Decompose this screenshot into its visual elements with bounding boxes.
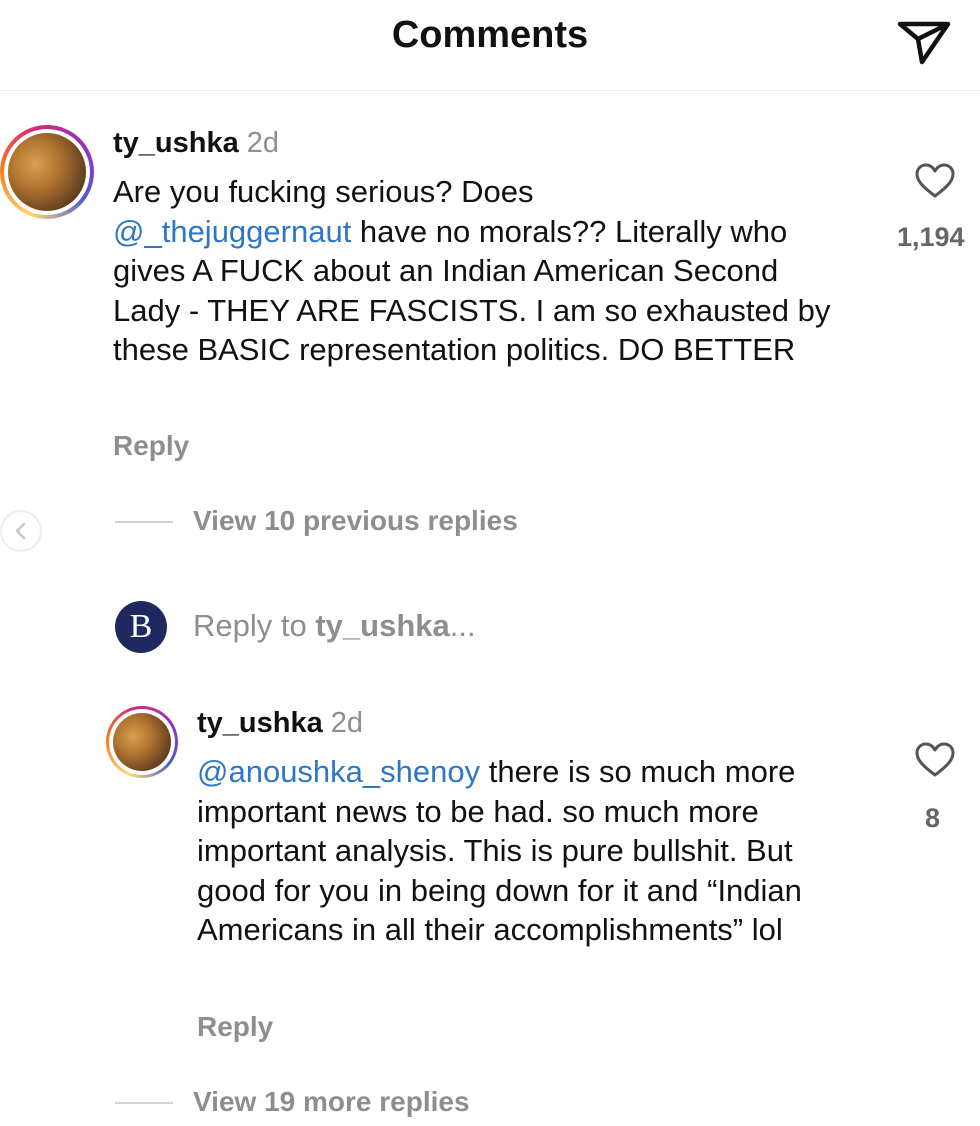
avatar-photo — [8, 133, 86, 211]
mention-link[interactable]: @anoushka_shenoy — [197, 754, 480, 789]
like-count: 1,194 — [897, 222, 965, 252]
reply-button[interactable]: Reply — [113, 430, 189, 462]
comment-username[interactable]: ty_ushka — [197, 707, 323, 739]
page-title: Comments — [391, 14, 589, 56]
comment-username[interactable]: ty_ushka — [113, 127, 239, 159]
comment-text: Are you fucking serious? Does @_thejugge… — [113, 174, 831, 367]
comment-text: @anoushka_shenoy there is so much more i… — [197, 754, 802, 947]
divider — [115, 1102, 173, 1104]
view-more-replies-button[interactable]: View 19 more replies — [193, 1086, 470, 1118]
avatar[interactable] — [106, 706, 178, 778]
avatar[interactable] — [0, 125, 94, 219]
avatar: B — [115, 601, 167, 653]
chevron-left-icon[interactable] — [0, 510, 42, 552]
heart-icon[interactable] — [915, 163, 955, 199]
comment-time: 2d — [246, 127, 280, 159]
reply-button[interactable]: Reply — [197, 1011, 273, 1043]
divider — [115, 521, 173, 523]
view-previous-replies-button[interactable]: View 10 previous replies — [193, 505, 518, 537]
mention-link[interactable]: @_thejuggernaut — [113, 214, 351, 249]
paper-plane-icon[interactable] — [896, 10, 954, 66]
avatar-photo — [113, 713, 171, 771]
like-count: 8 — [925, 803, 941, 833]
comment-header: ty_ushka 2d — [113, 127, 279, 160]
comment-time: 2d — [330, 707, 364, 739]
comments-header: Comments — [0, 0, 980, 91]
reply-input[interactable]: Reply to ty_ushka... — [193, 608, 476, 644]
comment-header: ty_ushka 2d — [197, 707, 363, 740]
heart-icon[interactable] — [915, 742, 955, 778]
